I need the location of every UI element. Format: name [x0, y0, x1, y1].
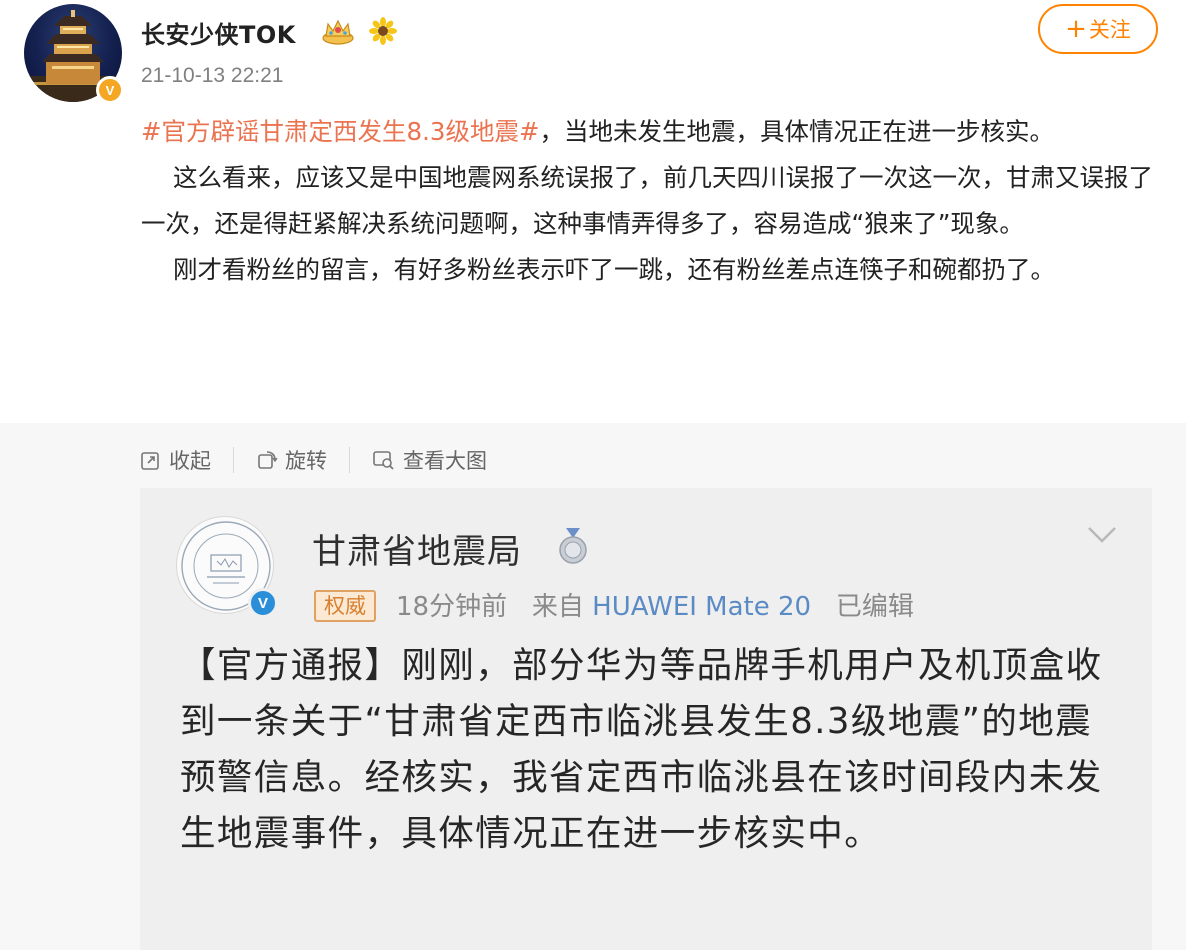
org-name: 甘肃省地震局 — [312, 532, 522, 572]
post-timestamp[interactable]: 21-10-13 22:21 — [141, 64, 283, 88]
hashtag-link[interactable]: #官方辟谣甘肃定西发生8.3级地震# — [141, 117, 540, 146]
plus-icon: + — [1065, 14, 1087, 44]
image-toolbar: 收起 旋转 查看大图 — [140, 442, 487, 478]
post-paragraph-3: 刚才看粉丝的留言，有好多粉丝表示吓了一跳，还有粉丝差点连筷子和碗都扔了。 — [173, 255, 1055, 284]
post-text: #官方辟谣甘肃定西发生8.3级地震#，当地未发生地震，具体情况正在进一步核实。 … — [141, 109, 1161, 293]
author-avatar[interactable]: V — [24, 4, 124, 104]
authority-badge: 权威 — [314, 590, 376, 622]
image-viewer: 收起 旋转 查看大图 V 甘肃省地震局 权威 18分钟前 来自 HUAWEI M… — [0, 423, 1186, 950]
post-paragraph-2: 这么看来，应该又是中国地震网系统误报了，前几天四川误报了一次这一次，甘肃又误报了… — [141, 163, 1153, 238]
view-large-icon — [373, 451, 394, 470]
toolbar-divider — [349, 447, 350, 473]
rotate-label: 旋转 — [285, 449, 327, 473]
author-name[interactable]: 长安少侠TOK — [141, 15, 296, 50]
medal-icon — [559, 528, 587, 564]
source-prefix: 来自 — [531, 592, 584, 622]
crown-icon — [322, 19, 354, 45]
view-large-label: 查看大图 — [403, 449, 487, 473]
sunflower-icon — [369, 17, 397, 45]
collapse-icon — [141, 452, 159, 470]
post-paragraph-1: #官方辟谣甘肃定西发生8.3级地震#，当地未发生地震，具体情况正在进一步核实。 — [141, 109, 1161, 155]
org-verified-icon: V — [248, 588, 278, 618]
chevron-down-icon — [1088, 527, 1116, 543]
edited-label: 已编辑 — [835, 592, 914, 622]
rotate-button[interactable]: 旋转 — [256, 445, 327, 475]
embedded-meta: 18分钟前 来自 HUAWEI Mate 20 已编辑 — [396, 586, 914, 623]
verified-badge-icon: V — [96, 76, 124, 104]
official-notice-text: 【官方通报】刚刚，部分华为等品牌手机用户及机顶盒收到一条关于“甘肃省定西市临洮县… — [180, 645, 1103, 854]
rotate-icon — [258, 451, 278, 469]
follow-label: 关注 — [1088, 18, 1131, 42]
follow-button[interactable]: + 关注 — [1038, 4, 1158, 54]
collapse-button[interactable]: 收起 — [140, 445, 211, 475]
time-ago: 18分钟前 — [396, 592, 508, 622]
collapse-label: 收起 — [169, 449, 211, 473]
toolbar-divider — [233, 447, 234, 473]
post-image[interactable]: V 甘肃省地震局 权威 18分钟前 来自 HUAWEI Mate 20 已编辑 … — [140, 488, 1152, 950]
view-large-button[interactable]: 查看大图 — [372, 445, 487, 475]
post-paragraph-1-text: ，当地未发生地震，具体情况正在进一步核实。 — [539, 117, 1055, 146]
device-name: HUAWEI Mate 20 — [592, 592, 812, 622]
